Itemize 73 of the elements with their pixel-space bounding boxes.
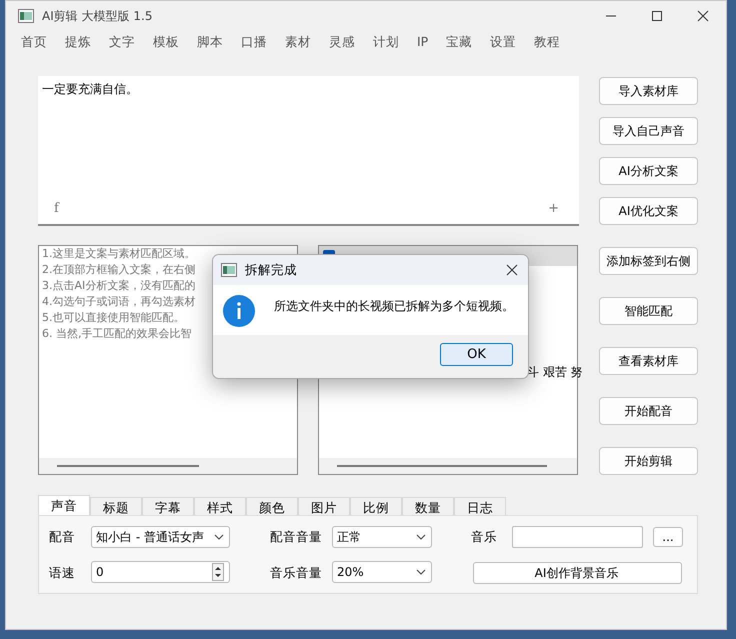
menu-item[interactable]: 提炼 [56, 32, 100, 52]
maximize-icon[interactable] [651, 10, 663, 22]
menu-item[interactable]: 宝藏 [437, 32, 482, 52]
tab[interactable]: 样式 [194, 497, 246, 517]
ok-button[interactable]: OK [440, 343, 513, 366]
side-button[interactable]: AI分析文案 [599, 157, 698, 185]
dialog-message: 所选文件夹中的长视频已拆解为多个短视频。 [274, 298, 514, 315]
close-icon[interactable] [697, 10, 709, 22]
tab[interactable]: 日志 [454, 497, 506, 517]
list-text: 2.在顶部方框输入文案，在右侧 [42, 262, 196, 278]
spin-value: 0 [96, 564, 104, 581]
field-label: 音乐音量 [270, 564, 322, 582]
combo-value: 正常 [337, 529, 361, 546]
side-button[interactable]: 添加标签到右侧 [599, 247, 698, 275]
list-text: 斗 艰苦 努 [527, 364, 583, 381]
speed-spinbox[interactable]: 0 [91, 561, 230, 583]
chevron-icon [214, 534, 224, 540]
field-label: 配音音量 [270, 528, 322, 546]
tab[interactable]: 数量 [402, 497, 454, 517]
field-label: 语速 [49, 564, 75, 582]
side-button[interactable]: 开始剪辑 [599, 447, 698, 475]
scrollbar-thumb[interactable] [337, 465, 547, 467]
dialog-title: 拆解完成 [245, 260, 297, 279]
tab[interactable]: 颜色 [246, 497, 298, 517]
app-icon [18, 9, 34, 23]
menu-item[interactable]: 脚本 [188, 32, 232, 52]
combo-value: 20% [337, 564, 364, 581]
tab[interactable]: 标题 [90, 497, 142, 517]
menu-item[interactable]: 首页 [12, 32, 56, 52]
field-label: 配音 [49, 528, 75, 546]
list-text: 3.点击AI分析文案，没有匹配的 [42, 278, 196, 294]
chevron-icon [416, 569, 426, 575]
window-title: AI剪辑 大模型版 1.5 [42, 8, 152, 25]
voice-select[interactable]: 知小白 - 普通话女声 [91, 526, 230, 548]
tab[interactable]: 字幕 [142, 497, 194, 517]
menu-item[interactable]: 灵感 [320, 32, 364, 52]
tab[interactable]: 声音 [38, 495, 90, 517]
chevron-icon [416, 534, 426, 540]
list-text: 4.勾选句子或词语，再勾选素材 [42, 294, 196, 310]
info-icon [223, 295, 255, 327]
menu-item[interactable]: 模板 [144, 32, 188, 52]
editor-text: 一定要充满自信。 [41, 81, 139, 98]
music-field[interactable] [512, 526, 643, 548]
volume-select[interactable]: 正常 [332, 526, 432, 548]
list-text: 6. 当然,手工匹配的效果会比智 [42, 326, 192, 342]
menu-item[interactable]: 计划 [364, 32, 408, 52]
close-icon[interactable] [506, 264, 518, 276]
menu-item[interactable]: 素材 [276, 32, 320, 52]
ai-music-button[interactable]: AI创作背景音乐 [473, 562, 682, 584]
combo-value: 知小白 - 普通话女声 [96, 529, 204, 546]
tab[interactable]: 比例 [350, 497, 402, 517]
side-button[interactable]: 导入自己声音 [599, 117, 698, 145]
side-button[interactable]: 查看素材库 [599, 347, 698, 375]
list-text: 5.也可以直接使用智能匹配。 [42, 310, 184, 326]
volume-select[interactable]: 20% [332, 561, 432, 583]
side-button[interactable]: 智能匹配 [599, 297, 698, 325]
scrollbar-thumb[interactable] [57, 465, 199, 467]
tab[interactable]: 图片 [298, 497, 350, 517]
side-button[interactable]: AI优化文案 [599, 197, 698, 225]
menu-item[interactable]: 文字 [100, 32, 144, 52]
font-symbol[interactable]: f [54, 198, 59, 218]
menu-item[interactable]: IP [408, 32, 438, 52]
app-icon [221, 263, 237, 277]
side-button[interactable]: 导入素材库 [599, 77, 698, 105]
add-symbol[interactable]: + [548, 198, 559, 218]
text-editor[interactable]: 一定要充满自信。 f + [38, 76, 579, 226]
menu-item[interactable]: 设置 [481, 32, 526, 52]
browse-button[interactable]: ... [653, 527, 683, 547]
menu-item[interactable]: 教程 [525, 32, 570, 52]
field-label: 音乐 [471, 528, 497, 546]
side-button[interactable]: 开始配音 [599, 397, 698, 425]
list-text: 1.这里是文案与素材匹配区域。 [42, 246, 196, 262]
menu-item[interactable]: 口播 [232, 32, 276, 52]
